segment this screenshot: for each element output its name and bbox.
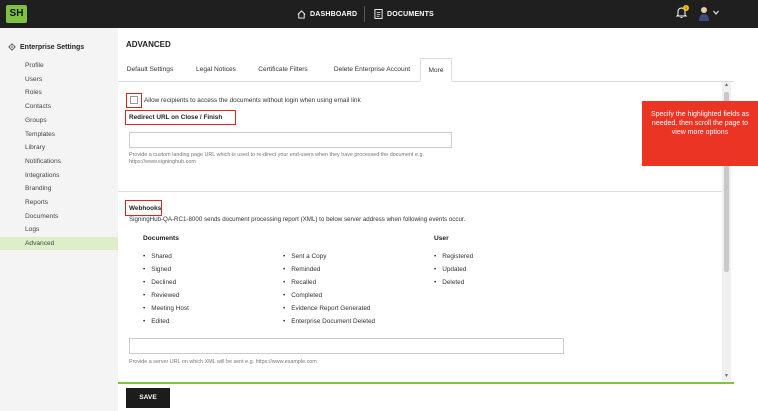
- instruction-callout: Specify the highlighted fields as needed…: [642, 101, 758, 166]
- sidebar-item-advanced[interactable]: Advanced: [0, 237, 118, 251]
- event-deleted: Deleted: [434, 279, 464, 286]
- event-shared: Shared: [143, 253, 172, 260]
- nav-documents-label: DOCUMENTS: [387, 10, 434, 18]
- event-reminded: Reminded: [283, 266, 320, 273]
- chevron-down-icon[interactable]: [713, 10, 719, 15]
- nav-divider: [364, 6, 365, 22]
- webhook-help-text: Provide a server URL on which XML will b…: [129, 359, 317, 365]
- webhooks-heading: Webhooks: [129, 205, 162, 212]
- redirect-help-line-1: Provide a custom landing page URL which …: [129, 152, 424, 158]
- top-bar: SH DASHBOARD DOCUMENTS 1: [0, 0, 758, 28]
- app-logo[interactable]: SH: [6, 5, 27, 23]
- tab-default-settings[interactable]: Default Settings: [118, 58, 182, 82]
- sidebar-item-logs[interactable]: Logs: [0, 223, 118, 236]
- tab-delete-enterprise-account[interactable]: Delete Enterprise Account: [322, 58, 422, 82]
- event-signed: Signed: [143, 266, 171, 273]
- tab-more[interactable]: More: [420, 58, 452, 82]
- nav-dashboard[interactable]: DASHBOARD: [297, 0, 357, 28]
- sidebar-title-label: Enterprise Settings: [20, 43, 85, 51]
- tab-certificate-filters[interactable]: Certificate Filters: [249, 58, 317, 82]
- notification-badge: 1: [683, 5, 689, 11]
- redirect-url-input[interactable]: [129, 132, 452, 148]
- tab-legal-notices[interactable]: Legal Notices: [188, 58, 244, 82]
- sidebar: Enterprise Settings Profile Users Roles Con…: [0, 28, 118, 411]
- avatar[interactable]: [698, 6, 710, 21]
- allow-no-login-label: Allow recipients to access the documents…: [144, 97, 361, 104]
- event-edited: Edited: [143, 318, 169, 325]
- sidebar-item-contacts[interactable]: Contacts: [0, 100, 118, 113]
- sidebar-item-documents[interactable]: Documents: [0, 210, 118, 223]
- event-completed: Completed: [283, 292, 322, 299]
- user-events-title: User: [434, 235, 449, 242]
- gear-icon: [8, 43, 16, 51]
- content-area: Allow recipients to access the documents…: [118, 83, 722, 383]
- save-button[interactable]: SAVE: [126, 388, 170, 408]
- sidebar-item-profile[interactable]: Profile: [0, 59, 118, 72]
- nav-documents[interactable]: DOCUMENTS: [374, 0, 434, 28]
- sidebar-item-integrations[interactable]: Integrations: [0, 169, 118, 182]
- event-reviewed: Reviewed: [143, 292, 179, 299]
- section-divider: [118, 191, 722, 192]
- tab-bar: Default Settings Legal Notices Certificate…: [118, 58, 734, 82]
- event-recalled: Recalled: [283, 279, 316, 286]
- main-panel: ADVANCED Default Settings Legal Notices Ce…: [118, 28, 734, 411]
- event-enterprise-document-deleted: Enterprise Document Deleted: [283, 318, 375, 325]
- event-declined: Declined: [143, 279, 176, 286]
- redirect-heading: Redirect URL on Close / Finish: [129, 114, 223, 121]
- documents-events-title: Documents: [143, 235, 179, 242]
- scroll-down-arrow-icon[interactable]: ▼: [724, 373, 729, 379]
- right-gutter: [734, 28, 758, 411]
- footer-bar: [118, 382, 734, 411]
- sidebar-item-roles[interactable]: Roles: [0, 86, 118, 99]
- page-title: ADVANCED: [126, 40, 171, 49]
- sidebar-item-notifications[interactable]: Notifications: [0, 155, 118, 168]
- sidebar-item-groups[interactable]: Groups: [0, 114, 118, 127]
- home-icon: [297, 9, 306, 19]
- sidebar-item-library[interactable]: Library: [0, 141, 118, 154]
- redirect-help-text: Provide a custom landing page URL which …: [129, 152, 424, 166]
- sidebar-item-reports[interactable]: Reports: [0, 196, 118, 209]
- nav-dashboard-label: DASHBOARD: [310, 10, 358, 18]
- webhooks-description: SigningHub-QA-RC1-8000 sends document pr…: [129, 216, 466, 223]
- event-registered: Registered: [434, 253, 473, 260]
- sidebar-title: Enterprise Settings: [8, 43, 84, 51]
- scroll-up-arrow-icon[interactable]: ▲: [724, 82, 729, 88]
- sidebar-item-users[interactable]: Users: [0, 73, 118, 86]
- allow-no-login-checkbox[interactable]: [130, 96, 138, 104]
- webhook-url-input[interactable]: [129, 338, 564, 354]
- document-icon: [374, 9, 383, 19]
- sidebar-item-templates[interactable]: Templates: [0, 128, 118, 141]
- event-meeting-host: Meeting Host: [143, 305, 189, 312]
- event-sent-a-copy: Sent a Copy: [283, 253, 326, 260]
- event-updated: Updated: [434, 266, 466, 273]
- event-evidence-report-generated: Evidence Report Generated: [283, 305, 370, 312]
- redirect-help-line-2: https://www.signinghub.com: [129, 159, 196, 165]
- sidebar-item-branding[interactable]: Branding: [0, 182, 118, 195]
